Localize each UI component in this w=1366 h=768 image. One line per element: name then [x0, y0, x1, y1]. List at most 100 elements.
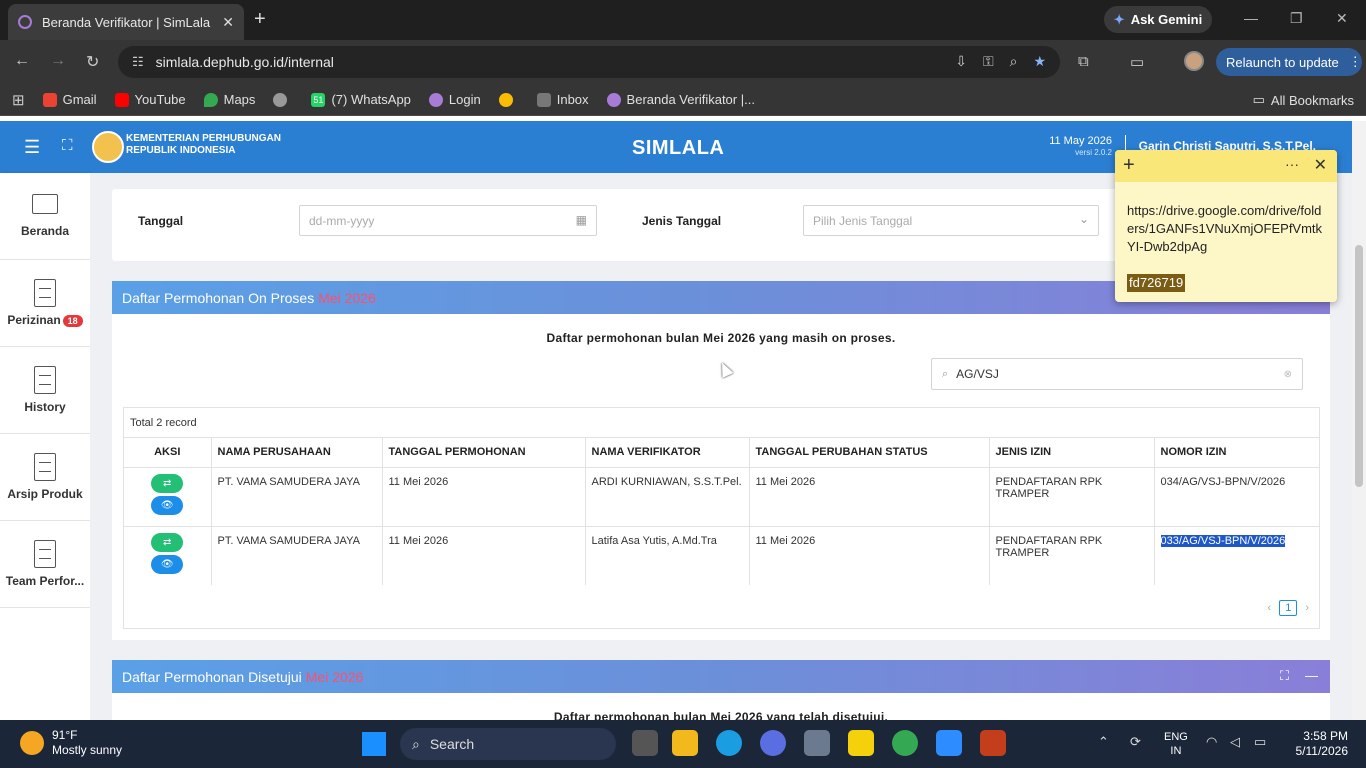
- tray-chevron-up-icon[interactable]: ⌃: [1098, 734, 1109, 750]
- add-note-icon[interactable]: +: [1123, 154, 1135, 177]
- address-bar[interactable]: ☷ simlala.dephub.go.id/internal ⇩ ⚿ ⌕ ★: [118, 46, 1060, 78]
- sync-icon[interactable]: ⟳: [1130, 734, 1141, 750]
- taskbar-clock[interactable]: 3:58 PM 5/11/2026: [1296, 729, 1349, 759]
- cell-perusahaan: PT. VAMA SAMUDERA JAYA: [211, 467, 383, 527]
- ask-gemini-button[interactable]: ✦ Ask Gemini: [1104, 6, 1212, 33]
- wifi-icon[interactable]: ◠: [1206, 734, 1217, 750]
- sticky-note-body[interactable]: https://drive.google.com/drive/folders/1…: [1115, 182, 1337, 292]
- relaunch-button[interactable]: Relaunch to update ⋮: [1216, 48, 1362, 76]
- clock-time: 3:58 PM: [1303, 729, 1348, 743]
- tab-close-icon[interactable]: ✕: [222, 14, 234, 31]
- task-view-icon[interactable]: [632, 730, 658, 756]
- close-note-icon[interactable]: ✕: [1314, 155, 1327, 175]
- col-nomor-izin[interactable]: NOMOR IZIN: [1154, 438, 1319, 468]
- change-status-button[interactable]: ⇄: [151, 473, 184, 493]
- hamburger-menu-icon[interactable]: ☰: [24, 137, 40, 158]
- next-page-icon[interactable]: ›: [1305, 602, 1309, 614]
- bookmark-label: YouTube: [134, 92, 186, 107]
- bookmark-login[interactable]: Login: [428, 92, 481, 107]
- back-icon[interactable]: ←: [14, 52, 30, 70]
- view-eye-button[interactable]: 👁: [151, 495, 184, 515]
- zoom-app-icon[interactable]: [936, 730, 962, 756]
- panel-month: Mei 2026: [318, 290, 376, 306]
- gemini-icon: ✦: [1113, 11, 1125, 27]
- document-icon: [34, 453, 56, 481]
- maximize-icon[interactable]: ❐: [1290, 10, 1303, 27]
- col-jenis-izin[interactable]: JENIS IZIN: [989, 438, 1155, 468]
- bookmark-gmail[interactable]: Gmail: [42, 92, 97, 107]
- page-scrollbar[interactable]: [1352, 121, 1366, 720]
- bookmark-whatsapp[interactable]: 51 (7) WhatsApp: [311, 92, 411, 107]
- cast-icon[interactable]: ▭: [1130, 53, 1144, 71]
- tanggal-label: Tanggal: [138, 214, 184, 228]
- more-options-icon[interactable]: ···: [1285, 156, 1299, 172]
- language-indicator[interactable]: ENG IN: [1164, 730, 1188, 758]
- pinwheel-icon: [498, 92, 513, 107]
- minimize-icon[interactable]: —: [1244, 10, 1258, 26]
- bookmark-maps[interactable]: Maps: [203, 92, 255, 107]
- panel-expand-icon[interactable]: ⛶: [1280, 668, 1289, 684]
- battery-icon[interactable]: ▭: [1254, 734, 1266, 750]
- bookmark-youtube[interactable]: YouTube: [114, 92, 186, 107]
- sticky-note[interactable]: + ··· ✕ https://drive.google.com/drive/f…: [1115, 150, 1337, 302]
- password-key-icon[interactable]: ⚿: [983, 53, 994, 70]
- change-status-button[interactable]: ⇄: [151, 532, 184, 552]
- bookmark-inbox[interactable]: Inbox: [536, 92, 589, 107]
- new-tab-icon[interactable]: +: [254, 8, 266, 31]
- jenis-tanggal-select[interactable]: Pilih Jenis Tanggal ⌄: [803, 205, 1099, 236]
- edge-icon[interactable]: [716, 730, 742, 756]
- volume-icon[interactable]: ◁: [1230, 734, 1240, 750]
- fullscreen-icon[interactable]: ⛶: [62, 137, 73, 154]
- menu-dots-icon[interactable]: ⋮: [1349, 54, 1362, 70]
- scrollbar-thumb[interactable]: [1355, 245, 1363, 487]
- bookmark-star-icon[interactable]: ★: [1033, 53, 1046, 70]
- col-aksi[interactable]: AKSI: [124, 438, 212, 468]
- globe-icon: [273, 92, 288, 107]
- pagination: ‹ 1 ›: [1268, 600, 1309, 616]
- sidebar-item-arsip-produk[interactable]: Arsip Produk: [0, 434, 90, 521]
- camera-icon[interactable]: [804, 730, 830, 756]
- file-explorer-icon[interactable]: [672, 730, 698, 756]
- window-close-icon[interactable]: ✕: [1336, 10, 1348, 27]
- page-number[interactable]: 1: [1279, 600, 1298, 616]
- col-tanggal-permohonan[interactable]: TANGGAL PERMOHONAN: [382, 438, 586, 468]
- calendar-icon[interactable]: ▦: [576, 213, 587, 227]
- zoom-icon[interactable]: ⌕: [1010, 53, 1018, 70]
- taskbar-search[interactable]: ⌕ Search: [400, 728, 616, 760]
- profile-avatar[interactable]: [1184, 51, 1204, 71]
- app-icon[interactable]: [760, 730, 786, 756]
- col-nama-perusahaan[interactable]: NAMA PERUSAHAAN: [211, 438, 383, 468]
- prev-page-icon[interactable]: ‹: [1268, 602, 1272, 614]
- table-row: ⇄ 👁 PT. VAMA SAMUDERA JAYA 11 Mei 2026 L…: [124, 526, 1319, 585]
- sidebar-item-beranda[interactable]: Beranda: [0, 173, 90, 260]
- sidebar-item-team-performance[interactable]: Team Perfor...: [0, 521, 90, 608]
- col-tanggal-perubahan-status[interactable]: TANGGAL PERUBAHAN STATUS: [749, 438, 990, 468]
- panel-collapse-icon[interactable]: —: [1305, 668, 1318, 684]
- reload-icon[interactable]: ↻: [86, 52, 99, 72]
- bookmark-globe[interactable]: [273, 92, 293, 107]
- table-search-input[interactable]: ⌕ AG/VSJ ⊗: [931, 358, 1303, 390]
- search-value: AG/VSJ: [956, 367, 999, 381]
- windows-start-icon[interactable]: [362, 732, 386, 756]
- install-app-icon[interactable]: ⇩: [955, 53, 967, 70]
- view-eye-button[interactable]: 👁: [151, 554, 184, 574]
- all-bookmarks[interactable]: ▭ All Bookmarks: [1253, 92, 1354, 108]
- tanggal-input[interactable]: dd-mm-yyyy ▦: [299, 205, 597, 236]
- panel-title: Daftar Permohonan Disetujui: [122, 669, 302, 685]
- forward-icon[interactable]: →: [50, 52, 66, 70]
- apps-grid-icon[interactable]: ⊞: [12, 91, 25, 109]
- powerpoint-icon[interactable]: [980, 730, 1006, 756]
- browser-tab[interactable]: Beranda Verifikator | SimLala ✕: [8, 4, 244, 40]
- clear-search-icon[interactable]: ⊗: [1284, 369, 1292, 380]
- sticky-notes-icon[interactable]: [848, 730, 874, 756]
- site-info-icon[interactable]: ☷: [132, 54, 144, 70]
- weather-widget[interactable]: 91°F Mostly sunny: [20, 728, 122, 758]
- sidebar-item-perizinan[interactable]: Perizinan 18: [0, 260, 90, 347]
- sidebar-item-history[interactable]: History: [0, 347, 90, 434]
- col-nama-verifikator[interactable]: NAMA VERIFIKATOR: [585, 438, 750, 468]
- records-table: Total 2 record AKSI NAMA PERUSAHAAN TANG…: [123, 407, 1320, 629]
- chrome-icon[interactable]: [892, 730, 918, 756]
- bookmark-beranda[interactable]: Beranda Verifikator |...: [606, 92, 755, 107]
- bookmark-pinwheel[interactable]: [498, 92, 519, 107]
- extensions-icon[interactable]: ⧉: [1078, 53, 1089, 70]
